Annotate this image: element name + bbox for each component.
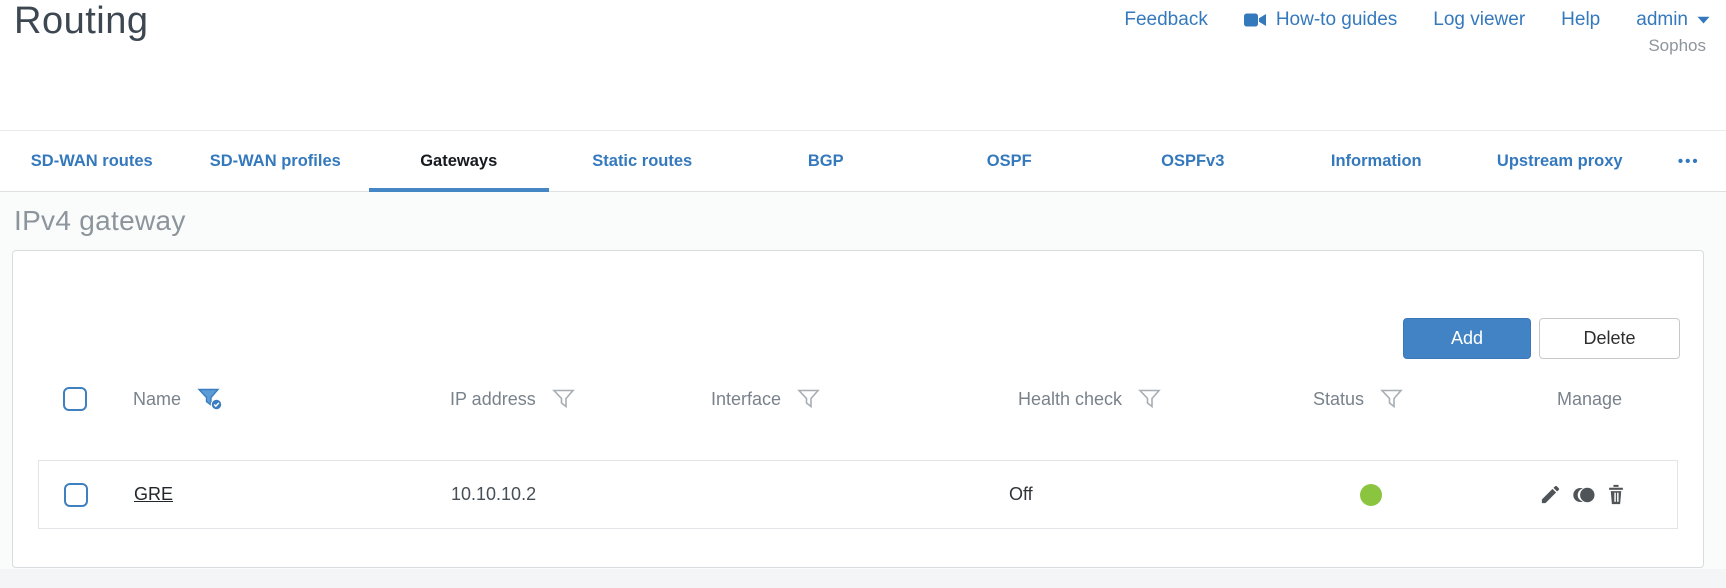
help-link[interactable]: Help [1561, 9, 1600, 31]
row-checkbox[interactable] [64, 482, 88, 507]
content-area: IPv4 gateway Add Delete Name IP address [0, 192, 1726, 588]
filter-active-icon[interactable] [197, 388, 224, 411]
tab-label: Information [1330, 151, 1422, 170]
tab-label: OSPF [986, 151, 1032, 170]
tab-label: OSPFv3 [1161, 151, 1225, 170]
delete-button[interactable]: Delete [1539, 318, 1680, 359]
tab-label: Upstream proxy [1496, 151, 1623, 170]
log-viewer-link[interactable]: Log viewer [1433, 9, 1525, 31]
filter-icon[interactable] [1380, 389, 1403, 409]
ip-address-cell: 10.10.10.2 [451, 484, 537, 504]
tab-gateways[interactable]: Gateways [367, 131, 551, 192]
tab-bar: SD-WAN routes SD-WAN profiles Gateways S… [0, 130, 1726, 192]
column-label: IP address [450, 388, 536, 409]
user-label: admin [1636, 9, 1688, 30]
feedback-label: Feedback [1124, 9, 1208, 30]
howto-guides-link[interactable]: How-to guides [1243, 9, 1398, 31]
column-header-status: Status [1313, 379, 1403, 419]
filter-icon[interactable] [551, 389, 575, 409]
howto-guides-label: How-to guides [1275, 9, 1398, 30]
tab-bgp[interactable]: BGP [734, 131, 918, 191]
top-nav: Feedback How-to guides Log viewer Help a… [1124, 9, 1710, 31]
tab-label: BGP [807, 151, 844, 170]
tab-sd-wan-profiles[interactable]: SD-WAN profiles [184, 131, 368, 191]
column-label: Interface [711, 388, 782, 409]
tab-ospf[interactable]: OSPF [918, 131, 1102, 191]
filter-icon[interactable] [797, 389, 820, 409]
edit-icon[interactable] [1539, 483, 1562, 506]
health-check-cell: Off [1009, 484, 1033, 504]
gateway-table-card: Add Delete Name IP address Interface Hea… [12, 250, 1704, 568]
tab-ospfv3[interactable]: OSPFv3 [1101, 131, 1285, 191]
tab-label: Gateways [420, 151, 498, 170]
user-menu[interactable]: admin [1636, 9, 1710, 31]
tab-overflow-ellipsis[interactable]: ••• [1652, 131, 1726, 191]
feedback-link[interactable]: Feedback [1124, 9, 1207, 31]
tab-label: SD-WAN routes [30, 151, 153, 170]
brand-label: Sophos [1648, 36, 1706, 55]
clone-icon[interactable] [1571, 483, 1596, 507]
select-all-cell [63, 379, 87, 419]
column-header-interface: Interface [711, 379, 820, 419]
bottom-band [0, 569, 1726, 588]
column-label: Health check [1018, 388, 1123, 409]
select-all-checkbox[interactable] [63, 387, 87, 411]
add-button[interactable]: Add [1403, 318, 1531, 359]
tab-label: Static routes [592, 151, 693, 170]
tab-label: SD-WAN profiles [209, 151, 341, 170]
column-header-name: Name [133, 379, 224, 419]
filter-icon[interactable] [1138, 389, 1161, 409]
tab-information[interactable]: Information [1285, 131, 1469, 191]
tab-static-routes[interactable]: Static routes [551, 131, 735, 191]
caret-down-icon [1697, 16, 1710, 24]
tab-upstream-proxy[interactable]: Upstream proxy [1468, 131, 1652, 191]
status-dot [1360, 483, 1382, 506]
manage-cell [1539, 461, 1627, 528]
column-label: Status [1313, 388, 1365, 409]
gateway-name-link[interactable]: GRE [134, 484, 173, 505]
log-viewer-label: Log viewer [1433, 9, 1526, 30]
status-cell [1360, 461, 1382, 528]
page-title: Routing [14, 0, 149, 42]
column-label: Manage [1557, 388, 1623, 409]
column-label: Name [133, 388, 182, 409]
table-row: GRE 10.10.10.2 Off [38, 460, 1678, 529]
help-label: Help [1561, 9, 1601, 30]
column-header-ip-address: IP address [450, 379, 575, 419]
delete-icon[interactable] [1605, 483, 1627, 506]
tab-sd-wan-routes[interactable]: SD-WAN routes [0, 131, 184, 191]
row-checkbox-cell [64, 461, 88, 528]
column-header-manage: Manage [1557, 379, 1622, 419]
video-camera-icon [1243, 12, 1267, 28]
section-heading: IPv4 gateway [14, 205, 186, 236]
column-header-health-check: Health check [1018, 379, 1161, 419]
